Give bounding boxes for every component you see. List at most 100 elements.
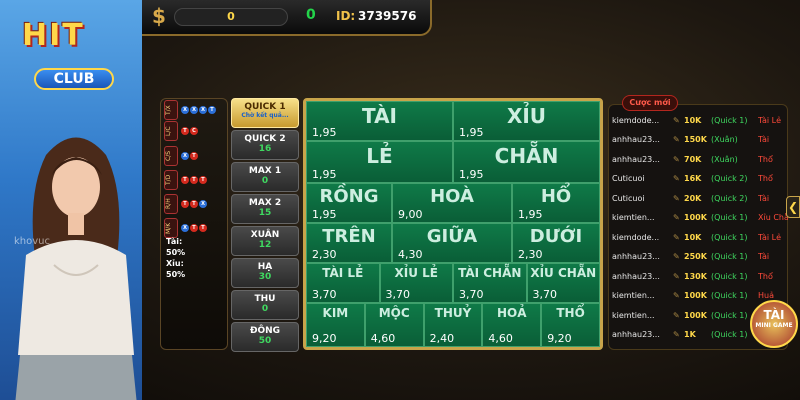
mode-tab[interactable]: XUÂN 12 (231, 226, 299, 256)
bet-cell[interactable]: HOÀ 9,00 (392, 183, 512, 223)
stat-row: M/K X T T (164, 218, 207, 238)
bet-choice: Xỉu Chẵn (758, 213, 788, 222)
mode-tab[interactable]: HẠ 30 (231, 258, 299, 288)
bet-cell[interactable]: CHẴN 1,95 (453, 141, 600, 183)
coin-icon: ✎ (673, 310, 680, 320)
bet-cell-label: TÀI LẺ (322, 266, 364, 280)
bet-mode: (Xuân) (711, 154, 738, 164)
bet-cell[interactable]: HOẢ 4,60 (482, 303, 542, 347)
bet-mode: (Quick 1) (711, 271, 748, 281)
bet-cell-odds: 1,95 (459, 168, 484, 181)
result-dot: T (199, 224, 207, 232)
logo-subtext: CLUB (34, 68, 114, 90)
result-dot: C (190, 127, 198, 135)
stat-tag: L/C (164, 121, 178, 141)
mode-value: 30 (258, 272, 272, 282)
stat-row: T/D T T T (164, 170, 207, 190)
bet-cell[interactable]: XỈU 1,95 (453, 101, 600, 141)
mode-list: QUICK 1 Chờ kết quả... QUICK 2 16 MAX 1 0 MAX … (231, 98, 301, 352)
mode-value: Chờ kết quả... (241, 112, 289, 119)
bet-cell[interactable]: XỈU CHẴN 3,70 (526, 263, 600, 303)
minigame-button[interactable]: TÀI MINI GAME (750, 300, 798, 348)
chevron-left-icon[interactable]: ❮ (786, 196, 800, 218)
bet-cell[interactable]: MỘC 4,60 (364, 303, 424, 347)
bet-user: kiemtien... (612, 213, 655, 222)
bet-cell-label: LẺ (366, 144, 393, 168)
bet-amount: 100K (684, 213, 707, 222)
bet-cell-odds: 2,30 (518, 248, 543, 261)
bet-cell[interactable]: GIỮA 4,30 (392, 223, 512, 263)
bet-user: anhhau23... (612, 135, 660, 144)
bet-user: anhhau23... (612, 252, 660, 261)
mode-tab[interactable]: MAX 2 15 (231, 194, 299, 224)
bet-cell-label: CHẴN (494, 144, 559, 168)
coin-icon: ✎ (673, 232, 680, 242)
bet-amount: 16K (684, 174, 702, 183)
result-dot: X (190, 106, 198, 114)
bet-cell[interactable]: THUỶ 2,40 (423, 303, 483, 347)
bet-cell-label: TRÊN (322, 226, 376, 247)
betting-board: TÀI 1,95 XỈU 1,95 LẺ 1,95 CHẴN 1,95 RỒNG 1,95 HOÀ 9… (303, 98, 603, 350)
stat-row: T/X X X X T (164, 100, 216, 120)
bet-choice: Tài Lẻ (758, 115, 781, 125)
stat-tag: C/S (164, 146, 178, 166)
bet-row: anhhau23... ✎ 70K (Xuân) Thổ (612, 151, 788, 167)
stat-dots: TC (181, 127, 198, 135)
minigame-label: MINI GAME (755, 322, 793, 329)
coin-icon: ✎ (673, 213, 680, 222)
bet-cell-odds: 2,40 (429, 332, 455, 345)
result-dot: X (181, 152, 189, 160)
bet-cell-label: XỈU CHẴN (530, 266, 597, 280)
dollar-sign-icon: $ (152, 4, 166, 28)
bet-cell[interactable]: TRÊN 2,30 (306, 223, 392, 263)
bet-mode: (Quick 1) (711, 330, 748, 339)
bet-cell[interactable]: HỔ 1,95 (512, 183, 600, 223)
bet-cell[interactable]: THỔ 9,20 (541, 303, 600, 347)
mode-tab[interactable]: ĐÔNG 50 (231, 322, 299, 352)
mode-tab[interactable]: MAX 10 (231, 162, 299, 192)
bet-cell[interactable]: LẺ 1,95 (306, 141, 453, 183)
bet-cell-odds: 3,70 (459, 288, 484, 301)
bet-cell-odds: 4,60 (370, 332, 396, 345)
mode-tab[interactable]: THU 0 (231, 290, 299, 320)
mode-tab[interactable]: QUICK 1 Chờ kết quả... (231, 98, 299, 128)
stat-row: L/C T C (164, 121, 198, 141)
bet-cell[interactable]: TÀI 1,95 (306, 101, 453, 141)
bet-cell[interactable]: TÀI CHẴN 3,70 (453, 263, 527, 303)
mode-tab[interactable]: QUICK 2 16 (231, 130, 299, 160)
mode-name: ĐÔNG (249, 326, 281, 336)
mode-value: 12 (258, 240, 272, 250)
result-dot: T (199, 176, 207, 184)
result-dot: X (181, 224, 189, 232)
bet-cell-odds: 3,70 (532, 288, 558, 301)
bet-cell[interactable]: XỈU LẺ 3,70 (379, 263, 453, 303)
stat-tag: T/X (164, 100, 178, 120)
bet-user: kiemdode... (612, 232, 660, 242)
bet-amount: 100K (684, 310, 707, 320)
top-bar: $ 0 0 ID: 3739576 (142, 0, 432, 36)
bet-cell[interactable]: DƯỚI 2,30 (512, 223, 600, 263)
stat-dots: TTT (181, 176, 207, 184)
bet-cell[interactable]: RỒNG 1,95 (306, 183, 392, 223)
result-dot: X (181, 106, 189, 114)
bet-cell-odds: 1,95 (312, 168, 337, 181)
bet-row: kiemdode... ✎ 10K (Quick 1) Tài Lẻ (612, 112, 788, 128)
mode-value: 15 (258, 208, 272, 218)
bet-mode: (Quick 1) (711, 310, 748, 320)
bet-cell[interactable]: KIM 9,20 (306, 303, 365, 347)
bet-cell-odds: 9,20 (547, 332, 572, 345)
bet-row: kiemtien... ✎ 100K (Quick 1) Huả (612, 288, 788, 304)
bet-row: Cuticuoi ✎ 20K (Quick 2) Tài (612, 190, 788, 206)
result-dot: T (208, 106, 216, 114)
coin-icon: ✎ (673, 291, 680, 300)
bet-cell-label: TÀI CHẴN (458, 266, 522, 280)
bet-cell-label: HỔ (540, 186, 572, 207)
bet-cell-label: THUỶ (434, 306, 472, 320)
coin-icon: ✎ (673, 115, 680, 125)
bet-choice: Tài (758, 252, 770, 261)
bet-mode: (Quick 2) (711, 193, 748, 203)
bet-cell[interactable]: TÀI LẺ 3,70 (306, 263, 380, 303)
bet-user: Cuticuoi (612, 174, 645, 183)
bet-cell-label: HOÀ (430, 186, 474, 207)
mode-name: XUÂN (250, 230, 280, 240)
